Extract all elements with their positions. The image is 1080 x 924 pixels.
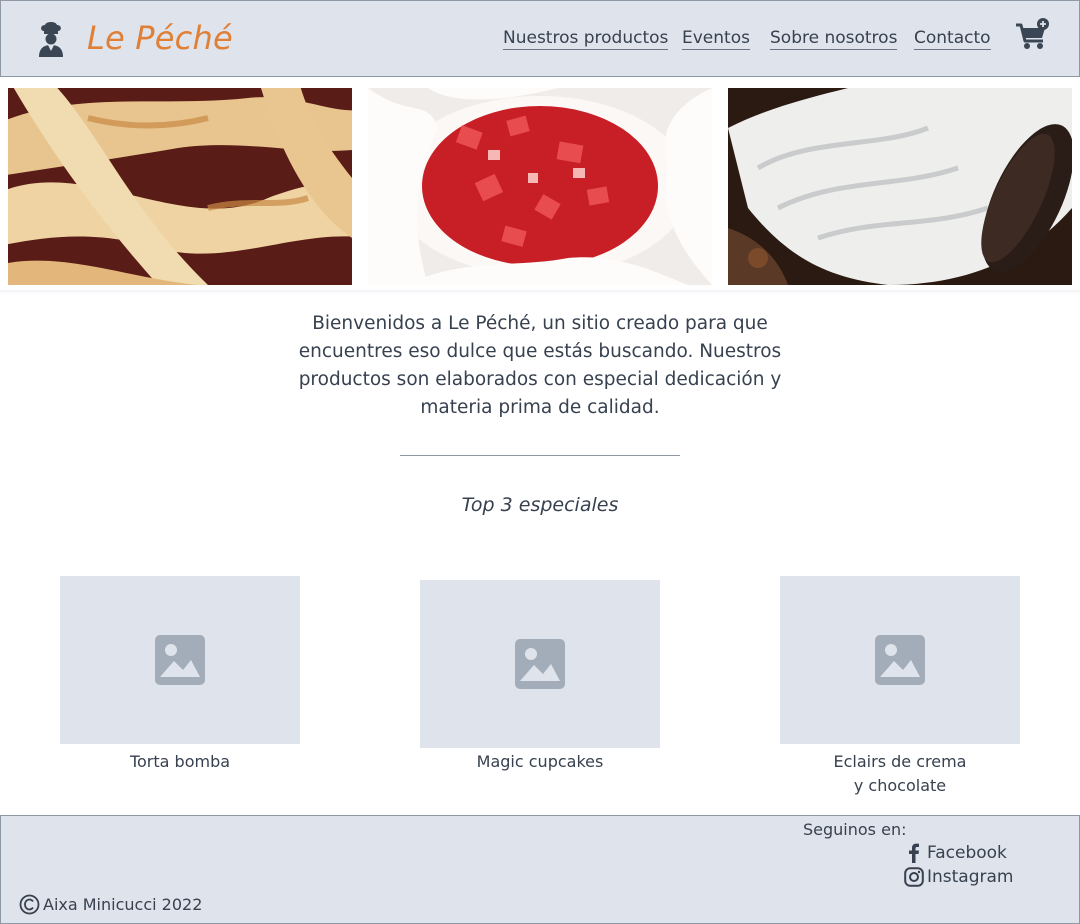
social-label[interactable]: Facebook <box>927 843 1007 863</box>
product-name[interactable]: Torta bomba <box>60 750 300 774</box>
nav-link-contacto[interactable]: Contacto <box>914 28 991 50</box>
specials-title: Top 3 especiales <box>461 494 619 516</box>
social-link-instagram[interactable]: Instagram <box>904 865 1014 889</box>
section-divider <box>400 455 680 456</box>
gallery-shadow <box>0 290 1080 294</box>
instagram-icon <box>904 867 924 887</box>
nav-link-nosotros[interactable]: Sobre nosotros <box>770 28 898 50</box>
main-nav: Nuestros productos Eventos Sobre nosotro… <box>1 28 1080 58</box>
product-card-eclairs[interactable]: Eclairs de crema y chocolate <box>780 576 1020 798</box>
product-name[interactable]: Magic cupcakes <box>420 750 660 774</box>
nav-link-productos[interactable]: Nuestros productos <box>503 28 669 50</box>
facebook-icon <box>909 843 919 863</box>
product-image[interactable] <box>420 580 660 748</box>
product-image[interactable] <box>780 576 1020 744</box>
social-label[interactable]: Instagram <box>927 867 1014 887</box>
gallery-photo-cookie <box>728 88 1072 285</box>
copyright-text: Aixa Minicucci 2022 <box>43 895 203 914</box>
gallery-photo-pastafrola <box>8 88 352 285</box>
gallery-photo-strawberry <box>368 88 712 285</box>
follow-label: Seguinos en: <box>803 820 907 839</box>
copyright-icon <box>19 894 40 915</box>
image-placeholder-icon <box>515 639 565 689</box>
nav-link-eventos[interactable]: Eventos <box>682 28 750 50</box>
site-footer: Seguinos en: Facebook Instagram Aixa Min… <box>0 815 1080 924</box>
intro-text: Bienvenidos a Le Péché, un sitio creado … <box>298 313 782 418</box>
image-placeholder-icon <box>875 635 925 685</box>
product-image[interactable] <box>60 576 300 744</box>
social-link-facebook[interactable]: Facebook <box>904 841 1007 865</box>
product-card-torta[interactable]: Torta bomba <box>60 576 300 774</box>
product-name[interactable]: Eclairs de crema y chocolate <box>780 750 1020 798</box>
image-placeholder-icon <box>155 635 205 685</box>
product-card-cupcakes[interactable]: Magic cupcakes <box>420 580 660 774</box>
copyright: Aixa Minicucci 2022 <box>19 894 202 915</box>
hero-gallery <box>0 77 1080 294</box>
cart-add-icon[interactable] <box>1015 17 1051 53</box>
site-header: Le Péché Nuestros productos Eventos Sobr… <box>0 0 1080 77</box>
